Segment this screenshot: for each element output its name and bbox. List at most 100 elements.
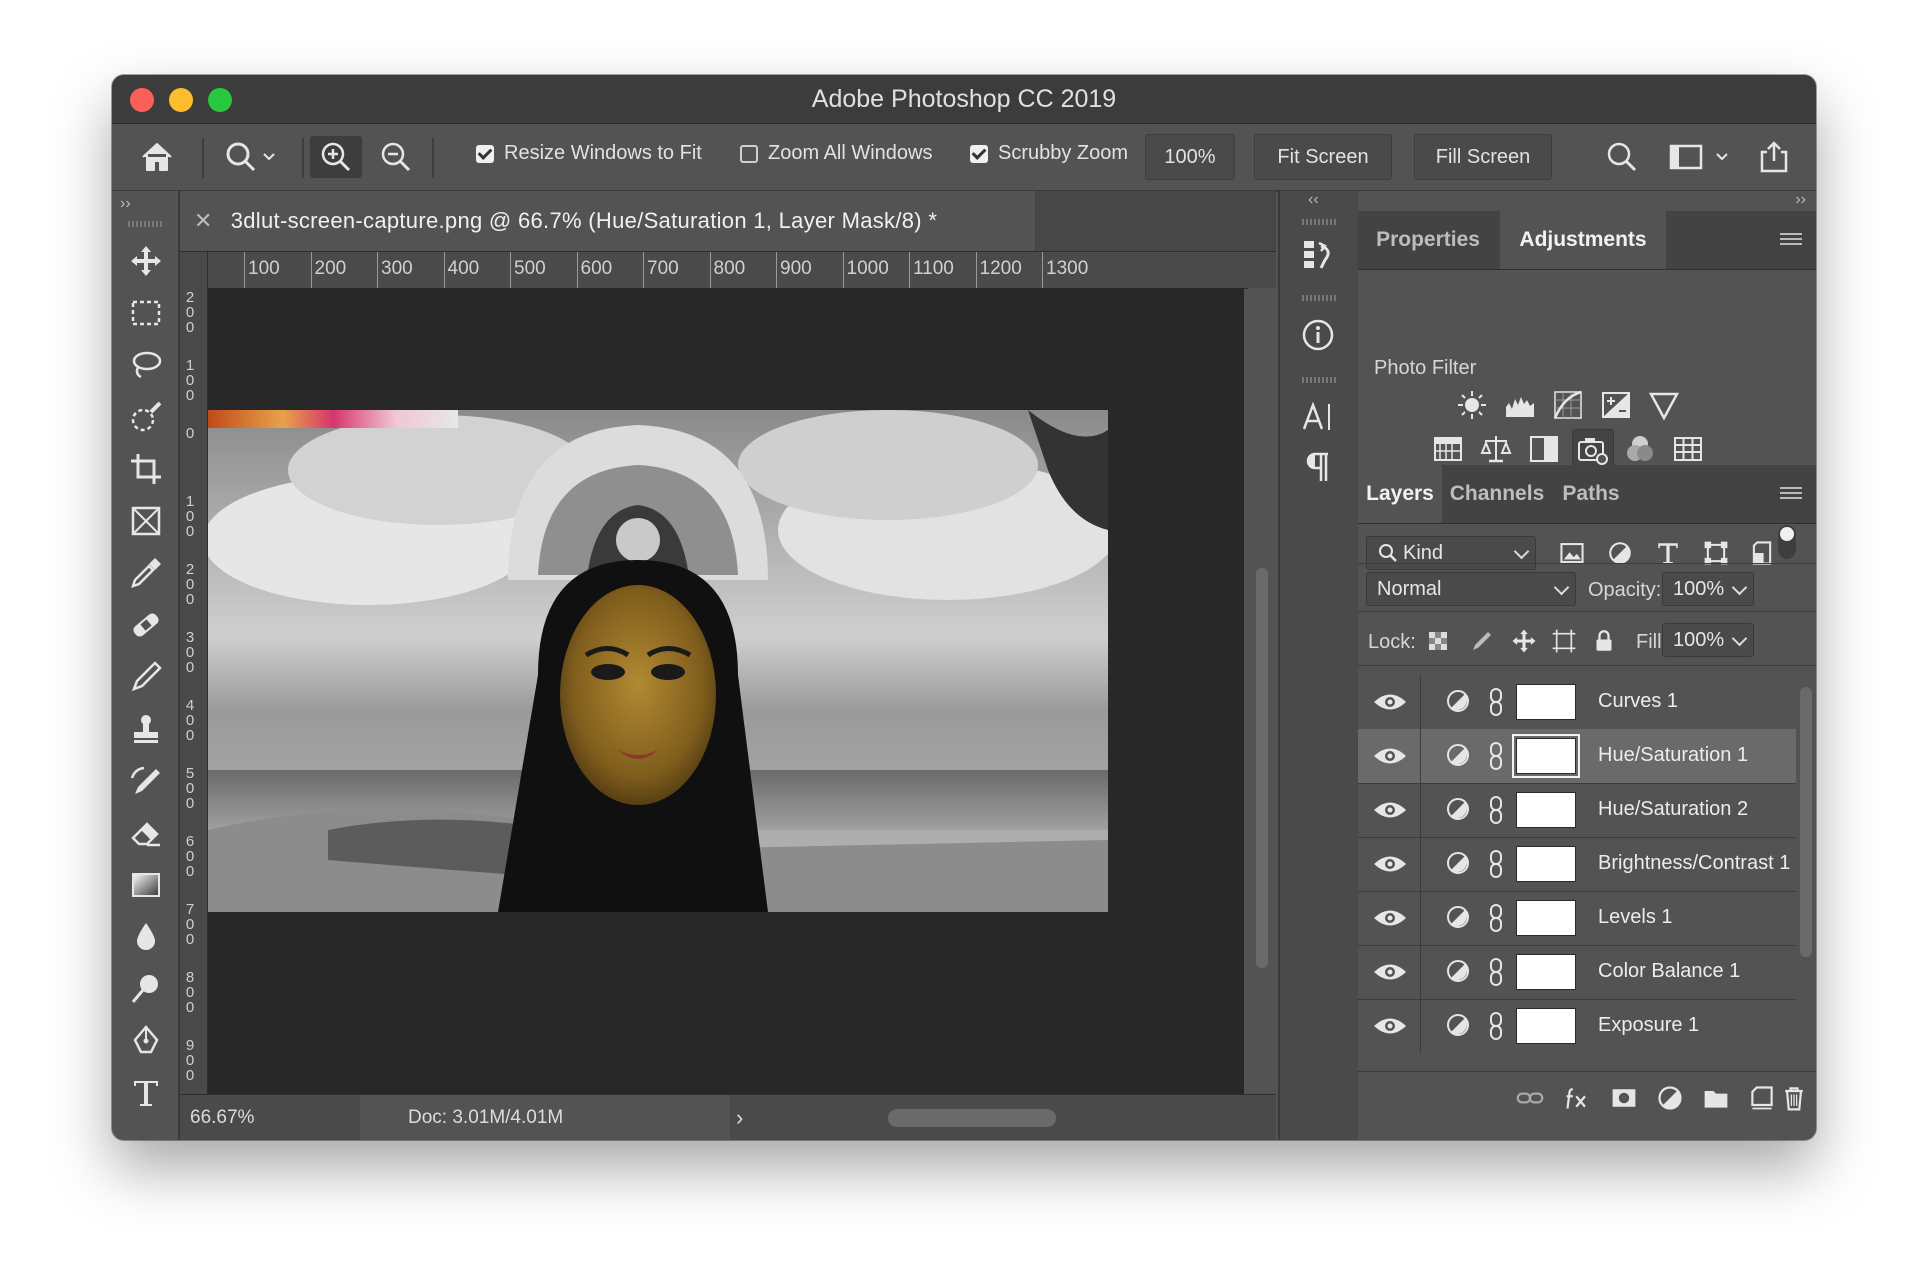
filter-toggle-switch[interactable] — [1778, 525, 1796, 559]
document-image[interactable] — [208, 410, 1108, 912]
mask-link-icon[interactable] — [1488, 687, 1504, 717]
new-group-button[interactable] — [1700, 1082, 1732, 1114]
status-menu-chevron-icon[interactable]: › — [736, 1105, 743, 1131]
eyedropper-tool[interactable] — [128, 555, 164, 591]
layer-name[interactable]: Hue/Saturation 1 — [1598, 744, 1748, 767]
close-document-icon[interactable]: ✕ — [194, 208, 213, 234]
lock-all-button[interactable] — [1586, 623, 1622, 659]
layer-filter-kind-select[interactable]: Kind — [1366, 536, 1536, 570]
layers-scroll-thumb[interactable] — [1800, 687, 1812, 957]
visibility-eye-icon[interactable] — [1372, 797, 1408, 823]
zoom-percent-field[interactable]: 100% — [1145, 134, 1235, 180]
layer-name[interactable]: Hue/Saturation 2 — [1598, 798, 1748, 821]
layer-name[interactable]: Brightness/Contrast 1 — [1598, 852, 1790, 875]
frame-tool[interactable] — [128, 503, 164, 539]
zoom-out-button[interactable] — [370, 136, 422, 178]
workspace-switcher[interactable] — [1662, 136, 1742, 178]
lasso-tool[interactable] — [128, 347, 164, 383]
zoom-in-button[interactable] — [310, 136, 362, 178]
mask-link-icon[interactable] — [1488, 1011, 1504, 1041]
tab-adjustments[interactable]: Adjustments — [1500, 211, 1666, 269]
tab-paths[interactable]: Paths — [1552, 465, 1630, 523]
visibility-eye-icon[interactable] — [1372, 959, 1408, 985]
gradient-tool[interactable] — [128, 867, 164, 903]
vertical-scrollbar[interactable] — [1248, 288, 1276, 1094]
fill-screen-button[interactable]: Fill Screen — [1414, 134, 1552, 180]
layer-row[interactable]: Levels 1 — [1358, 891, 1796, 946]
layer-row[interactable]: Exposure 1 — [1358, 999, 1796, 1053]
crop-tool[interactable] — [128, 451, 164, 487]
type-tool[interactable] — [128, 1075, 164, 1111]
dodge-tool[interactable] — [128, 971, 164, 1007]
marquee-tool[interactable] — [128, 295, 164, 331]
blend-mode-select[interactable]: Normal — [1366, 572, 1576, 606]
lock-artboard-button[interactable] — [1546, 623, 1582, 659]
hue-saturation-adjustment[interactable] — [1430, 431, 1466, 467]
mask-link-icon[interactable] — [1488, 795, 1504, 825]
layer-mask-thumbnail[interactable] — [1516, 1008, 1576, 1044]
new-layer-button[interactable] — [1746, 1082, 1778, 1114]
layers-panel-menu-icon[interactable] — [1780, 487, 1802, 501]
zoom-tool-preset-picker[interactable] — [216, 136, 288, 178]
exposure-adjustment[interactable] — [1598, 387, 1634, 423]
visibility-eye-icon[interactable] — [1372, 743, 1408, 769]
visibility-eye-icon[interactable] — [1372, 851, 1408, 877]
lock-transparent-pixels-button[interactable] — [1420, 623, 1456, 659]
tab-channels[interactable]: Channels — [1444, 465, 1550, 523]
resize-windows-checkbox[interactable]: Resize Windows to Fit — [476, 142, 702, 165]
filter-pixel-layers-button[interactable] — [1554, 535, 1590, 571]
brush-tool[interactable] — [128, 659, 164, 695]
fill-field[interactable]: 100% — [1662, 623, 1754, 657]
collapse-dock-icon[interactable]: ›› — [1795, 191, 1806, 209]
visibility-eye-icon[interactable] — [1372, 905, 1408, 931]
add-layer-style-button[interactable] — [1562, 1082, 1594, 1114]
scrubby-zoom-checkbox[interactable]: Scrubby Zoom — [970, 142, 1128, 165]
layer-row[interactable]: Curves 1 — [1358, 675, 1796, 730]
pen-tool[interactable] — [128, 1023, 164, 1059]
layer-mask-thumbnail[interactable] — [1512, 734, 1580, 778]
layer-row[interactable]: Brightness/Contrast 1 — [1358, 837, 1796, 892]
layer-row[interactable]: Hue/Saturation 1 — [1358, 729, 1796, 784]
curves-adjustment[interactable] — [1550, 387, 1586, 423]
adjustments-panel-menu-icon[interactable] — [1780, 233, 1802, 247]
canvas-area[interactable] — [208, 288, 1244, 1094]
visibility-eye-icon[interactable] — [1372, 1013, 1408, 1039]
layer-mask-thumbnail[interactable] — [1516, 792, 1576, 828]
layer-row[interactable]: Color Balance 1 — [1358, 945, 1796, 1000]
vibrance-adjustment[interactable] — [1646, 387, 1682, 423]
layer-mask-thumbnail[interactable] — [1516, 900, 1576, 936]
layer-mask-thumbnail[interactable] — [1516, 846, 1576, 882]
link-layers-button[interactable] — [1514, 1082, 1546, 1114]
mask-link-icon[interactable] — [1488, 741, 1504, 771]
layers-scrollbar[interactable] — [1796, 675, 1816, 1053]
paragraph-panel-button[interactable] — [1298, 447, 1338, 487]
filter-shape-layers-button[interactable] — [1698, 535, 1734, 571]
quick-selection-tool[interactable] — [128, 399, 164, 435]
clone-stamp-tool[interactable] — [128, 711, 164, 747]
layer-name[interactable]: Levels 1 — [1598, 906, 1673, 929]
layer-name[interactable]: Color Balance 1 — [1598, 960, 1740, 983]
lock-image-pixels-button[interactable] — [1464, 623, 1500, 659]
lock-position-button[interactable] — [1506, 623, 1542, 659]
info-panel-button[interactable] — [1298, 315, 1338, 355]
expand-toolbox-icon[interactable]: ›› — [120, 195, 131, 213]
history-brush-tool[interactable] — [128, 763, 164, 799]
eraser-tool[interactable] — [128, 815, 164, 851]
tab-layers[interactable]: Layers — [1358, 465, 1442, 523]
mask-link-icon[interactable] — [1488, 849, 1504, 879]
zoom-all-windows-checkbox[interactable]: Zoom All Windows — [740, 142, 933, 165]
visibility-eye-icon[interactable] — [1372, 689, 1408, 715]
move-tool[interactable] — [128, 243, 164, 279]
brightness-contrast-adjustment[interactable] — [1454, 387, 1490, 423]
black-white-adjustment[interactable] — [1526, 431, 1562, 467]
delete-layer-button[interactable] — [1778, 1082, 1810, 1114]
filter-type-layers-button[interactable] — [1650, 535, 1686, 571]
layer-mask-thumbnail[interactable] — [1516, 954, 1576, 990]
levels-adjustment[interactable] — [1502, 387, 1538, 423]
color-lookup-adjustment[interactable] — [1670, 431, 1706, 467]
layer-mask-thumbnail[interactable] — [1516, 684, 1576, 720]
add-mask-button[interactable] — [1608, 1082, 1640, 1114]
character-panel-button[interactable] — [1298, 397, 1338, 437]
share-button[interactable] — [1752, 136, 1796, 178]
vertical-scroll-thumb[interactable] — [1256, 568, 1268, 968]
